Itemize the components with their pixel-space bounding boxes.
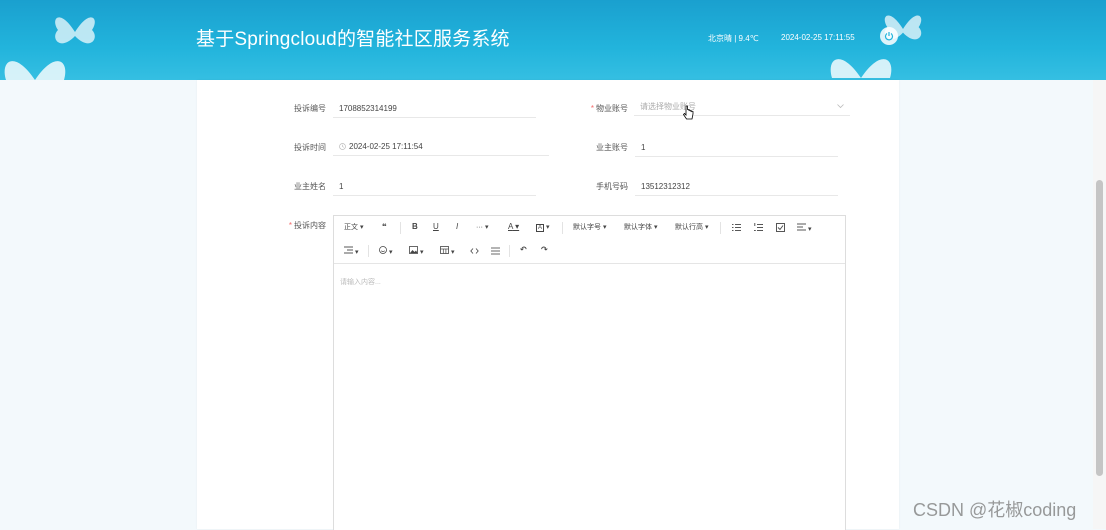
checkbox-list-icon[interactable] — [776, 223, 785, 232]
current-datetime: 2024-02-25 17:11:55 — [781, 33, 855, 42]
bulleted-list-icon[interactable] — [732, 223, 741, 232]
phone-label: 手机号码 — [596, 182, 628, 191]
owner-name-field[interactable]: 1 — [333, 178, 536, 196]
editor-toolbar: 正文 ▾ ❝ B U I ··· ▾ A ▾ A ▾ 默认字号 ▾ 默认字体 ▾… — [334, 216, 845, 264]
font-family-dropdown[interactable]: 默认字体 ▾ — [624, 223, 657, 233]
property-account-label: * 物业账号 — [590, 104, 628, 113]
table-icon — [440, 246, 449, 254]
image-dropdown[interactable]: ▾ — [409, 246, 423, 258]
owner-account-label: 业主账号 — [596, 143, 628, 152]
power-icon — [884, 32, 894, 41]
indent-icon — [344, 246, 353, 254]
align-left-icon — [797, 223, 806, 231]
font-color-dropdown[interactable]: A ▾ — [508, 222, 519, 232]
page-title: 基于Springcloud的智能社区服务系统 — [196, 29, 510, 50]
app-header: 基于Springcloud的智能社区服务系统 北京晴 | 9.4℃ 2024-0… — [0, 0, 1106, 80]
font-size-dropdown[interactable]: 默认字号 ▾ — [573, 223, 606, 233]
complaint-no-label: 投诉编号 — [294, 104, 326, 113]
phone-field[interactable]: 13512312312 — [635, 178, 838, 196]
complaint-time-field[interactable]: 2024-02-25 17:11:54 — [333, 138, 549, 156]
toolbar-divider — [368, 245, 369, 257]
underline-button[interactable]: U — [433, 222, 439, 232]
complaint-time-label: 投诉时间 — [294, 143, 326, 152]
redo-button[interactable]: ↷ — [541, 245, 548, 255]
toolbar-divider — [720, 222, 721, 234]
watermark: CSDN @花椒coding — [913, 500, 1077, 520]
divider-icon[interactable] — [491, 247, 500, 255]
toolbar-divider — [509, 245, 510, 257]
table-dropdown[interactable]: ▾ — [440, 246, 454, 258]
mouse-cursor-icon — [683, 105, 694, 120]
code-icon[interactable] — [470, 247, 479, 255]
numbered-list-icon[interactable] — [754, 223, 763, 232]
bg-color-dropdown[interactable]: A ▾ — [536, 223, 549, 233]
indent-dropdown[interactable]: ▾ — [344, 246, 358, 258]
paragraph-dropdown[interactable]: 正文 ▾ — [344, 223, 363, 233]
quote-button[interactable]: ❝ — [382, 222, 387, 232]
undo-button[interactable]: ↶ — [520, 245, 527, 255]
butterfly-decoration-icon — [4, 61, 66, 80]
chevron-down-icon — [837, 104, 844, 109]
butterfly-decoration-icon — [830, 59, 892, 78]
italic-button[interactable]: I — [456, 222, 458, 232]
content-label: * 投诉内容 — [288, 221, 326, 230]
complaint-no-field[interactable]: 1708852314199 — [333, 100, 536, 118]
property-account-select[interactable]: 请选择物业账号 — [634, 98, 850, 116]
toolbar-divider — [562, 222, 563, 234]
editor-placeholder[interactable]: 请输入内容... — [340, 277, 381, 287]
bold-button[interactable]: B — [412, 222, 418, 232]
weather-info: 北京晴 | 9.4℃ — [708, 34, 759, 43]
rich-text-editor: 正文 ▾ ❝ B U I ··· ▾ A ▾ A ▾ 默认字号 ▾ 默认字体 ▾… — [333, 215, 846, 530]
emoji-icon — [379, 246, 387, 254]
logout-button[interactable] — [880, 27, 898, 45]
line-height-dropdown[interactable]: 默认行高 ▾ — [675, 223, 708, 233]
toolbar-divider — [400, 222, 401, 234]
scrollbar-thumb[interactable] — [1096, 180, 1103, 476]
owner-account-field[interactable]: 1 — [635, 139, 838, 157]
emoji-dropdown[interactable]: ▾ — [379, 246, 392, 258]
clock-icon — [339, 143, 346, 151]
align-dropdown[interactable]: ▾ — [797, 223, 811, 235]
owner-name-label: 业主姓名 — [294, 182, 326, 191]
butterfly-decoration-icon — [55, 17, 95, 44]
image-icon — [409, 246, 418, 254]
more-format-dropdown[interactable]: ··· ▾ — [476, 223, 488, 233]
